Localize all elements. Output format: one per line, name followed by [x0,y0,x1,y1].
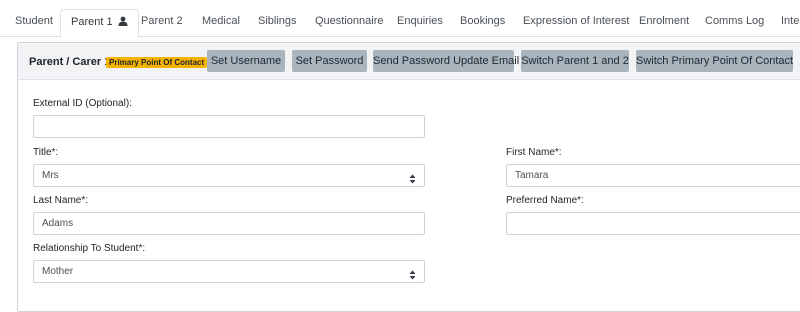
title-select[interactable]: Mrs [33,164,425,187]
tab-student[interactable]: Student [15,9,53,37]
relationship-label: Relationship To Student*: [33,243,146,254]
tab-inter[interactable]: Inter [781,9,800,37]
preferred-name-input[interactable] [506,212,800,235]
set-username-button[interactable]: Set Username [207,50,285,72]
switch-primary-point-of-contact-button[interactable]: Switch Primary Point Of Contact [636,50,793,72]
first-name-input[interactable]: Tamara [506,164,800,187]
select-arrows-icon [409,171,416,192]
tab-enquiries[interactable]: Enquiries [397,9,443,37]
panel-header: Parent / Carer 1 Primary Point Of Contac… [18,43,800,80]
tab-parent-1[interactable]: Parent 1 [60,9,139,38]
last-name-input[interactable]: Adams [33,212,425,235]
relationship-select-value: Mother [42,266,74,277]
tab-enrolment[interactable]: Enrolment [639,9,689,37]
select-arrows-icon [409,267,416,288]
tab-bookings[interactable]: Bookings [460,9,505,37]
relationship-select[interactable]: Mother [33,260,425,283]
last-name-label: Last Name*: [33,195,89,206]
tab-bar: Student Parent 1 Parent 2 Medical Siblin… [0,0,800,38]
title-select-value: Mrs [42,170,59,181]
tab-siblings[interactable]: Siblings [258,9,297,37]
title-label: Title*: [33,147,59,158]
tab-medical[interactable]: Medical [202,9,240,37]
tab-expression-of-interest[interactable]: Expression of Interest [523,9,629,37]
switch-parent-1-and-2-button[interactable]: Switch Parent 1 and 2 [521,50,629,72]
tab-questionnaire[interactable]: Questionnaire [315,9,384,37]
send-password-update-email-button[interactable]: Send Password Update Email [373,50,519,72]
parent-carer-panel: Parent / Carer 1 Primary Point Of Contac… [17,42,800,312]
external-id-label: External ID (Optional): [33,98,132,109]
user-icon [118,11,128,35]
panel-title: Parent / Carer 1 [29,56,111,68]
tab-parent-1-label: Parent 1 [71,16,113,28]
first-name-label: First Name*: [506,147,562,158]
preferred-name-label: Preferred Name*: [506,195,584,206]
tab-comms-log[interactable]: Comms Log [705,9,764,37]
primary-contact-badge: Primary Point Of Contact [106,57,208,68]
set-password-button[interactable]: Set Password [292,50,367,72]
external-id-input[interactable] [33,115,425,138]
tab-parent-2[interactable]: Parent 2 [141,9,183,37]
